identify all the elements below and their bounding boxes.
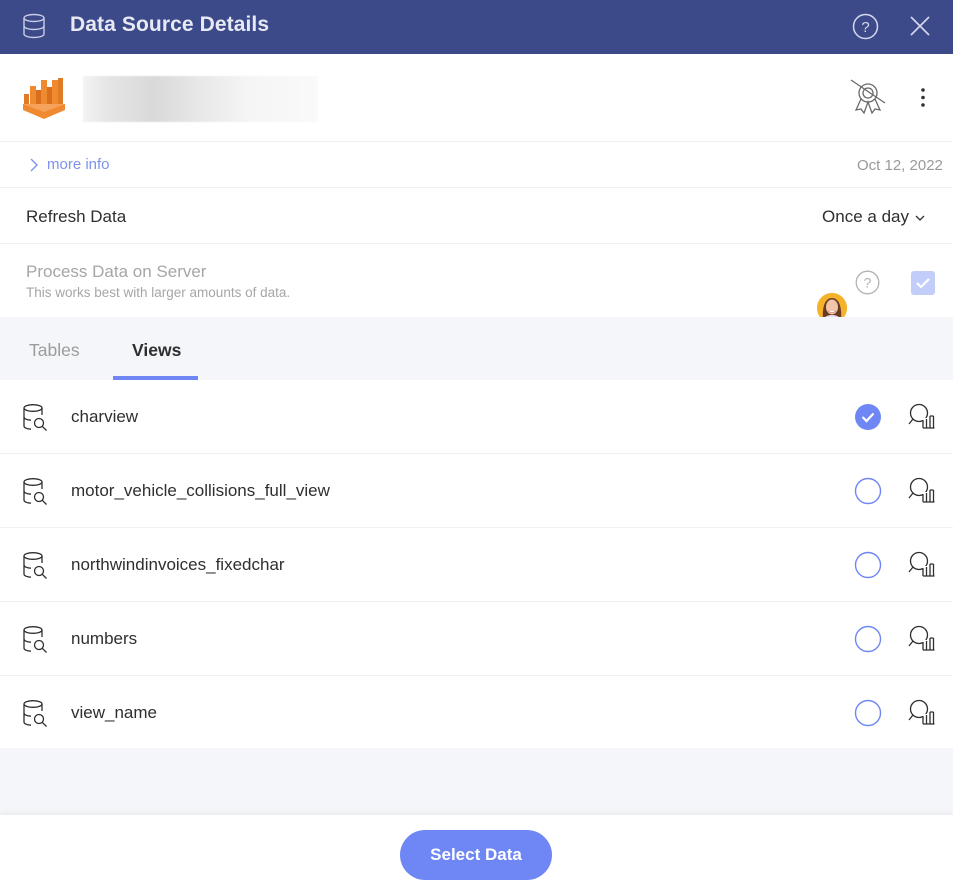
view-name: motor_vehicle_collisions_full_view: [71, 481, 330, 500]
unselected-radio[interactable]: [854, 551, 882, 579]
preview-data-icon[interactable]: [907, 476, 937, 506]
more-info-link[interactable]: more info: [27, 156, 110, 173]
database-search-icon: [23, 626, 47, 653]
data-source-header: [0, 54, 953, 142]
preview-data-icon[interactable]: [907, 550, 937, 580]
list-item[interactable]: northwindinvoices_fixedchar: [0, 528, 953, 602]
refresh-data-label: Refresh Data: [26, 207, 127, 226]
svg-text:?: ?: [864, 275, 872, 291]
last-modified-date: Oct 12, 2022: [857, 157, 943, 174]
preview-data-icon[interactable]: [907, 402, 937, 432]
list-item[interactable]: motor_vehicle_collisions_full_view: [0, 454, 953, 528]
info-row: more info Oct 12, 2022: [0, 142, 953, 323]
select-data-button[interactable]: Select Data: [400, 830, 552, 880]
database-search-icon: [23, 478, 47, 505]
dialog-header: Data Source Details ?: [0, 0, 953, 54]
unselected-radio[interactable]: [854, 477, 882, 505]
refresh-frequency-value: Once a day: [822, 207, 909, 226]
tab-views-label: Views: [132, 340, 182, 360]
help-icon[interactable]: ?: [852, 13, 879, 40]
process-on-server-row: Process Data on Server This works best w…: [0, 244, 953, 317]
svg-text:?: ?: [861, 19, 869, 36]
selected-radio[interactable]: [854, 403, 882, 431]
database-search-icon: [23, 404, 47, 431]
tab-bar: Tables Views: [0, 317, 953, 380]
chevron-right-icon: [30, 158, 38, 171]
list-empty-area: [0, 748, 953, 815]
help-icon[interactable]: ?: [855, 270, 880, 295]
athena-logo-icon: [23, 78, 65, 119]
process-on-server-checkbox[interactable]: [911, 271, 935, 295]
list-item[interactable]: view_name: [0, 676, 953, 749]
database-search-icon: [23, 700, 47, 727]
view-name: view_name: [71, 703, 157, 722]
view-name: charview: [71, 407, 139, 426]
database-search-icon: [23, 552, 47, 579]
process-on-server-label: Process Data on Server: [26, 262, 207, 281]
dialog-footer: Select Data: [0, 815, 953, 888]
process-on-server-description: This works best with larger amounts of d…: [26, 285, 291, 300]
more-info-label: more info: [47, 156, 110, 173]
tab-views[interactable]: Views: [113, 317, 198, 380]
checkmark-icon: [916, 278, 930, 289]
dialog-title: Data Source Details: [70, 13, 270, 36]
view-name: northwindinvoices_fixedchar: [71, 555, 285, 574]
more-vertical-icon[interactable]: [912, 82, 934, 114]
close-icon[interactable]: [909, 15, 931, 37]
refresh-data-row: Refresh Data Once a day: [0, 188, 953, 244]
refresh-frequency-dropdown[interactable]: Once a day: [822, 207, 926, 227]
list-item[interactable]: charview: [0, 380, 953, 454]
chevron-down-icon: [915, 215, 925, 221]
unselected-radio[interactable]: [854, 699, 882, 727]
list-item[interactable]: numbers: [0, 602, 953, 676]
preview-data-icon[interactable]: [907, 698, 937, 728]
tab-tables-label: Tables: [29, 340, 80, 360]
database-icon: [23, 13, 45, 39]
certification-off-icon[interactable]: [848, 78, 888, 118]
views-list: charview motor_vehicle_collisions_full_v…: [0, 380, 953, 749]
tab-tables[interactable]: Tables: [0, 317, 113, 380]
unselected-radio[interactable]: [854, 625, 882, 653]
preview-data-icon[interactable]: [907, 624, 937, 654]
view-name: numbers: [71, 629, 138, 648]
data-source-name-redacted: [83, 76, 318, 122]
